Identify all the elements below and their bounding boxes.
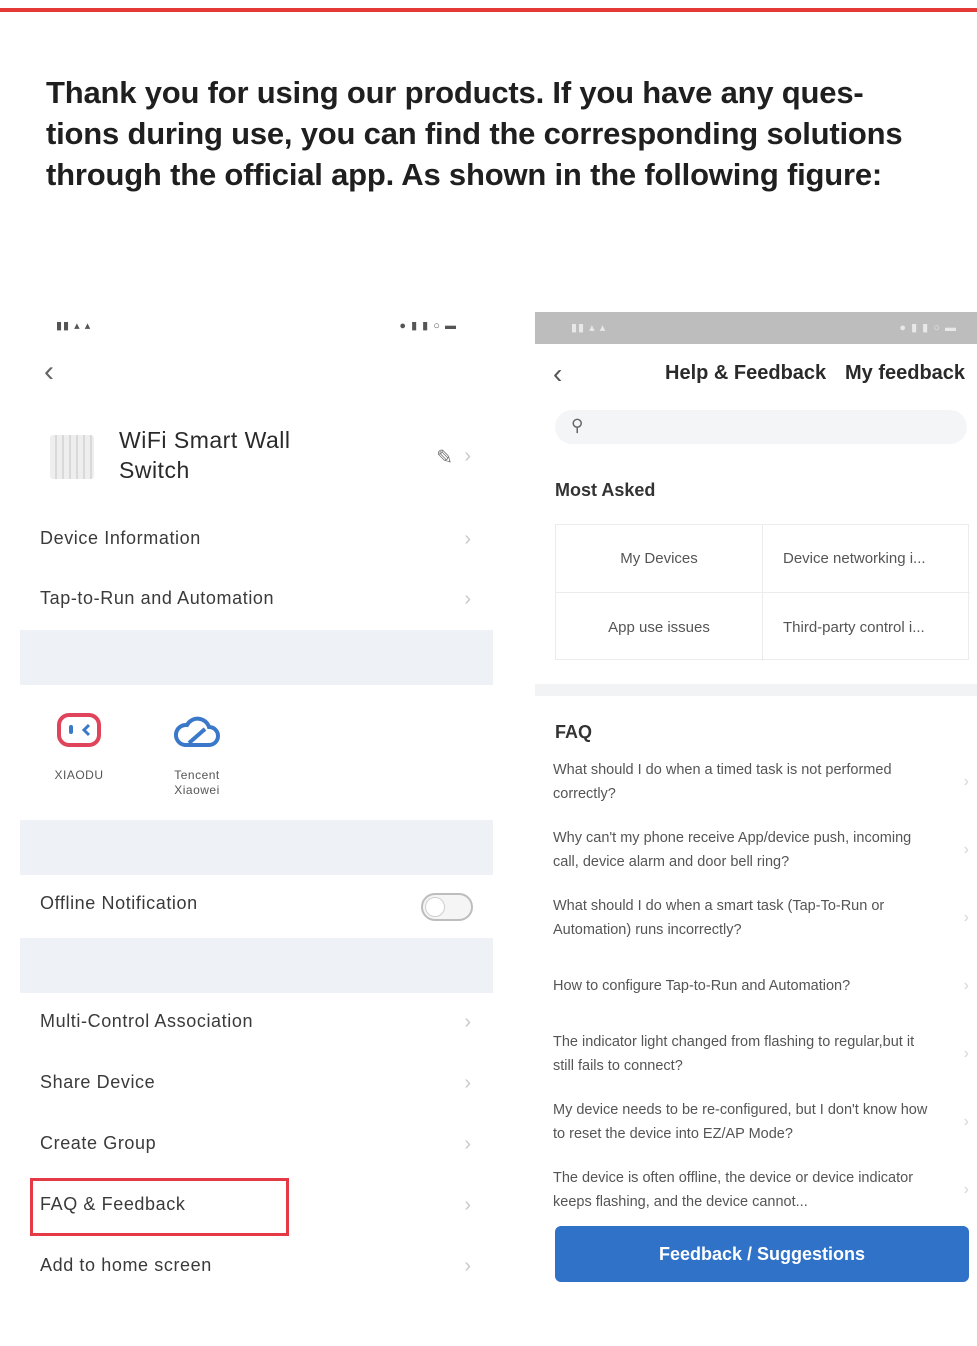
section-offline <box>20 820 493 875</box>
section-third-party <box>20 630 493 685</box>
section-others <box>20 938 493 993</box>
row-share-device[interactable]: Share Device › <box>20 1054 493 1114</box>
chevron-right-icon: › <box>963 1113 969 1130</box>
search-icon: ⚲ <box>571 416 584 435</box>
faq-item[interactable]: My device needs to be re-configured, but… <box>553 1098 969 1146</box>
faq-heading: FAQ <box>555 722 593 742</box>
faq-question: What should I do when a timed task is no… <box>553 762 892 802</box>
chevron-right-icon: › <box>963 977 969 994</box>
faq-item[interactable]: The device is often offline, the device … <box>553 1166 969 1214</box>
most-asked-item[interactable]: App use issues <box>556 593 763 661</box>
device-thumbnail <box>50 435 94 479</box>
faq-question: How to configure Tap-to-Run and Automati… <box>553 978 851 994</box>
row-add-home-screen[interactable]: Add to home screen › <box>20 1237 493 1297</box>
most-asked-item[interactable]: Device networking i... <box>763 525 970 593</box>
toggle-knob <box>425 897 445 917</box>
help-feedback-screen: ▮▮ ▴ ▴ ● ▮ ▮ ○ ▬ ‹ Help & Feedback My fe… <box>535 312 977 1302</box>
xiaodu-icon <box>57 713 101 747</box>
intro-line-2: tions during use, you can find the corre… <box>46 116 903 151</box>
chevron-right-icon: › <box>963 773 969 790</box>
device-settings-screen: ▮▮ ▴ ▴ ● ▮ ▮ ○ ▬ ‹ WiFi Smart Wall Switc… <box>20 305 493 1300</box>
faq-item[interactable]: What should I do when a smart task (Tap-… <box>553 894 969 942</box>
chevron-right-icon: › <box>464 1011 471 1033</box>
row-tap-to-run[interactable]: Tap-to-Run and Automation › <box>20 570 493 630</box>
signal-icon: ▮▮ ▴ ▴ <box>56 320 92 332</box>
faq-question: What should I do when a smart task (Tap-… <box>553 898 885 938</box>
row-multi-control[interactable]: Multi-Control Association › <box>20 993 493 1053</box>
most-asked-item[interactable]: Third-party control i... <box>763 593 970 661</box>
device-header[interactable]: WiFi Smart Wall Switch ✎ › <box>20 405 493 510</box>
faq-item[interactable]: Why can't my phone receive App/device pu… <box>553 826 969 874</box>
chevron-right-icon: › <box>464 588 471 610</box>
intro-line-3: through the official app. As shown in th… <box>46 157 883 192</box>
faq-item[interactable]: What should I do when a timed task is no… <box>553 758 969 806</box>
row-offline-notification: Offline Notification <box>20 875 493 937</box>
third-party-xiaodu[interactable]: XIAODU <box>34 705 124 783</box>
intro-line-1: Thank you for using our products. If you… <box>46 75 864 110</box>
pencil-icon[interactable]: ✎ <box>436 445 453 470</box>
status-bar: ▮▮ ▴ ▴ ● ▮ ▮ ○ ▬ <box>535 312 977 344</box>
section-divider <box>535 684 977 696</box>
chevron-right-icon: › <box>464 445 471 467</box>
chevron-right-icon: › <box>464 1255 471 1277</box>
row-device-information[interactable]: Device Information › <box>20 510 493 570</box>
back-button[interactable]: ‹ <box>44 357 74 387</box>
most-asked-item[interactable]: My Devices <box>556 525 763 593</box>
top-red-rule <box>0 8 977 12</box>
faq-item[interactable]: The indicator light changed from flashin… <box>553 1030 969 1078</box>
page-title: Help & Feedback <box>665 362 827 384</box>
chevron-right-icon: › <box>464 528 471 550</box>
third-party-name: XIAODU <box>54 768 104 782</box>
faq-highlight-box <box>30 1178 289 1236</box>
faq-question: Why can't my phone receive App/device pu… <box>553 830 912 870</box>
back-button[interactable]: ‹ <box>553 358 562 390</box>
faq-question: The device is often offline, the device … <box>553 1170 914 1210</box>
row-label: Offline Notification <box>40 893 198 913</box>
search-input[interactable]: ⚲ <box>555 410 967 444</box>
device-name: WiFi Smart Wall Switch <box>119 427 291 483</box>
row-create-group[interactable]: Create Group › <box>20 1115 493 1175</box>
row-label: Device Information <box>40 528 201 548</box>
most-asked-grid: My Devices Device networking i... App us… <box>555 524 970 661</box>
row-label: Add to home screen <box>40 1255 212 1275</box>
offline-notification-toggle[interactable] <box>421 893 473 921</box>
feedback-suggestions-button[interactable]: Feedback / Suggestions <box>555 1226 969 1282</box>
chevron-right-icon: › <box>963 1045 969 1062</box>
chevron-right-icon: › <box>963 841 969 858</box>
chevron-right-icon: › <box>464 1194 471 1216</box>
faq-question: My device needs to be re-configured, but… <box>553 1102 928 1142</box>
my-feedback-link[interactable]: My feedback <box>845 362 965 385</box>
chevron-right-icon: › <box>963 909 969 926</box>
status-bar: ▮▮ ▴ ▴ ● ▮ ▮ ○ ▬ <box>20 305 493 349</box>
signal-icon: ▮▮ ▴ ▴ <box>571 322 607 334</box>
third-party-name: Tencent Xiaowei <box>174 768 220 797</box>
row-label: Tap-to-Run and Automation <box>40 588 275 608</box>
row-label: Multi-Control Association <box>40 1011 254 1031</box>
cloud-icon <box>174 716 220 747</box>
row-label: Share Device <box>40 1072 156 1092</box>
most-asked-heading: Most Asked <box>555 480 656 500</box>
battery-icon: ● ▮ ▮ ○ ▬ <box>899 322 957 334</box>
faq-question: The indicator light changed from flashin… <box>553 1034 915 1074</box>
battery-icon: ● ▮ ▮ ○ ▬ <box>399 320 457 332</box>
chevron-right-icon: › <box>464 1133 471 1155</box>
faq-item[interactable]: How to configure Tap-to-Run and Automati… <box>553 974 969 998</box>
row-label: Create Group <box>40 1133 157 1153</box>
chevron-right-icon: › <box>464 1072 471 1094</box>
chevron-right-icon: › <box>963 1181 969 1198</box>
intro-text: Thank you for using our products. If you… <box>46 72 951 195</box>
third-party-tencent[interactable]: Tencent Xiaowei <box>152 705 242 798</box>
